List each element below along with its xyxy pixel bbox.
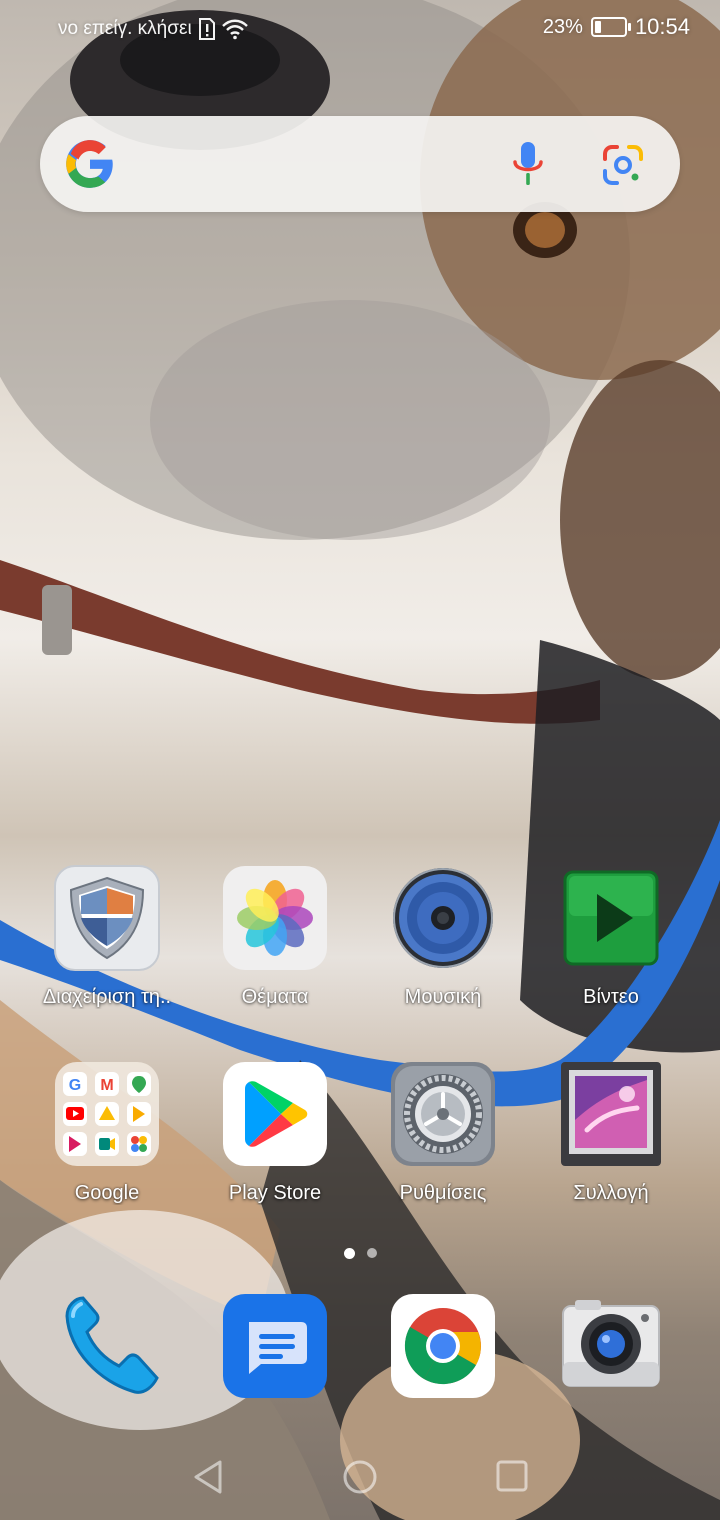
app-label: Google xyxy=(74,1182,140,1204)
back-icon[interactable] xyxy=(190,1458,226,1496)
app-play-store[interactable]: Play Store xyxy=(190,1060,360,1205)
status-bar: νο επείγ. κλήσει 23% 10:54 xyxy=(0,0,720,62)
svg-text:G: G xyxy=(69,1077,81,1094)
battery-percent: 23% xyxy=(542,15,583,38)
dock-chrome[interactable] xyxy=(358,1292,528,1400)
battery-level-fill xyxy=(594,21,601,33)
google-lens-icon[interactable] xyxy=(602,144,644,186)
google-folder-icon: G M xyxy=(53,1060,161,1168)
page-dot-2 xyxy=(366,1248,377,1258)
sim-alert-icon xyxy=(198,18,215,40)
app-label: Ρυθμίσεις xyxy=(399,1182,487,1204)
google-search-bar[interactable] xyxy=(40,116,680,212)
themes-flower-icon xyxy=(221,864,329,972)
phone-icon xyxy=(53,1292,161,1400)
page-dot-1 xyxy=(343,1248,355,1259)
dock-messages[interactable] xyxy=(190,1292,360,1400)
recents-icon[interactable] xyxy=(494,1458,530,1494)
speaker-icon xyxy=(389,864,497,972)
shield-icon xyxy=(53,864,161,972)
app-label: Διαχείριση τη.. xyxy=(42,986,172,1008)
settings-gear-icon xyxy=(389,1060,497,1168)
messages-icon xyxy=(221,1292,329,1400)
home-screen: νο επείγ. κλήσει 23% 10:54 Διαχείριση τη… xyxy=(0,0,720,1520)
app-music[interactable]: Μουσική xyxy=(358,864,528,1009)
app-video[interactable]: Βίντεο xyxy=(526,864,696,1009)
play-icon xyxy=(557,864,665,972)
app-label: Συλλογή xyxy=(573,1182,649,1204)
app-label: Play Store xyxy=(228,1182,322,1204)
battery-icon xyxy=(590,17,631,37)
chrome-icon xyxy=(389,1292,497,1400)
dock-camera[interactable] xyxy=(526,1292,696,1400)
camera-icon xyxy=(557,1292,665,1400)
app-gallery[interactable]: Συλλογή xyxy=(526,1060,696,1205)
microphone-icon[interactable] xyxy=(510,140,546,188)
app-label: Βίντεο xyxy=(583,986,639,1008)
app-phone-manager[interactable]: Διαχείριση τη.. xyxy=(22,864,192,1009)
home-icon[interactable] xyxy=(341,1458,379,1496)
wifi-icon xyxy=(221,19,248,40)
navigation-bar xyxy=(0,1436,720,1520)
gallery-icon xyxy=(557,1060,665,1168)
app-label: Θέματα xyxy=(241,986,309,1008)
carrier-text: νο επείγ. κλήσει xyxy=(58,18,192,39)
play-store-icon xyxy=(221,1060,329,1168)
app-settings[interactable]: Ρυθμίσεις xyxy=(358,1060,528,1205)
svg-text:M: M xyxy=(100,1077,113,1094)
page-indicator xyxy=(0,1248,720,1259)
app-google-folder[interactable]: G M Google xyxy=(22,1060,192,1205)
google-logo-icon xyxy=(66,140,113,188)
app-label: Μουσική xyxy=(404,986,482,1008)
clock: 10:54 xyxy=(634,14,690,39)
app-themes[interactable]: Θέματα xyxy=(190,864,360,1009)
dock-phone[interactable] xyxy=(22,1292,192,1400)
